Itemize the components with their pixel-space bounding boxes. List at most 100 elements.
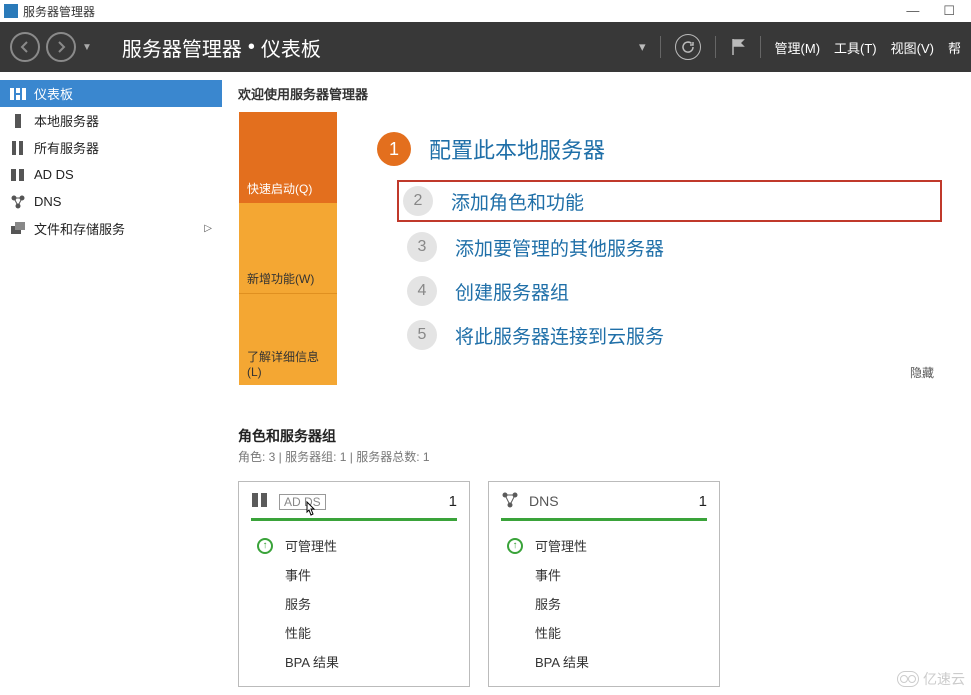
step-number: 4 [407,276,437,306]
step-label: 添加角色和功能 [451,188,584,215]
tools-menu[interactable]: 工具(T) [834,38,877,57]
card-header: DNS 1 [501,492,707,521]
sidebar-item-dns[interactable]: DNS [0,188,222,215]
sidebar-item-label: 所有服务器 [34,138,99,157]
step-add-roles[interactable]: 2 添加角色和功能 [397,180,942,222]
view-menu[interactable]: 视图(V) [891,38,934,57]
step-add-servers[interactable]: 3 添加要管理的其他服务器 [407,232,942,262]
row-services[interactable]: 服务 [501,589,707,618]
row-manageability[interactable]: ↑ 可管理性 [501,531,707,560]
welcome-panel: 快速启动(Q) 新增功能(W) 了解详细信息(L) 1 配置此本地服务器 2 添… [238,111,961,386]
roles-section: 角色和服务器组 角色: 3 | 服务器组: 1 | 服务器总数: 1 AD DS [238,426,961,687]
step-number: 5 [407,320,437,350]
row-label: 性能 [535,623,561,642]
nav-back-button[interactable] [10,32,40,62]
header-bar: ▼ 服务器管理器 • 仪表板 ▾ 管理(M) 工具(T) 视图(V) 帮 [0,22,971,72]
breadcrumb-root[interactable]: 服务器管理器 [122,33,242,62]
window-controls: — ☐ [906,3,967,19]
nav-forward-button[interactable] [46,32,76,62]
manage-menu[interactable]: 管理(M) [775,38,821,57]
status-up-icon: ↑ [507,538,523,554]
tooltip: AD DS [279,494,326,510]
row-label: BPA 结果 [285,652,339,671]
role-card-dns[interactable]: DNS 1 ↑ 可管理性 事件 服务 性能 BPA 结果 [488,481,720,687]
minimize-button[interactable]: — [906,3,919,19]
help-menu[interactable]: 帮 [948,38,961,57]
maximize-button[interactable]: ☐ [943,3,955,19]
dropdown-icon[interactable]: ▾ [639,39,646,55]
dns-icon [10,195,26,209]
servers-icon [10,141,26,155]
refresh-button[interactable] [675,34,701,60]
welcome-heading: 欢迎使用服务器管理器 [238,84,961,103]
row-label: 性能 [285,623,311,642]
sidebar-item-adds[interactable]: AD DS [0,161,222,188]
step-create-group[interactable]: 4 创建服务器组 [407,276,942,306]
sidebar-item-label: 仪表板 [34,84,73,103]
sidebar-item-local-server[interactable]: 本地服务器 [0,107,222,134]
watermark-icon [897,671,919,687]
step-configure-local[interactable]: 1 配置此本地服务器 [377,132,942,166]
roles-title: 角色和服务器组 [238,426,961,446]
step-number: 3 [407,232,437,262]
sidebar-item-storage[interactable]: 文件和存储服务 ▷ [0,215,222,242]
step-label: 创建服务器组 [455,278,569,305]
chevron-right-icon: ▷ [204,223,212,234]
row-events[interactable]: 事件 [501,560,707,589]
sidebar-item-all-servers[interactable]: 所有服务器 [0,134,222,161]
step-label: 将此服务器连接到云服务 [455,322,664,349]
storage-icon [10,222,26,236]
status-up-icon: ↑ [257,538,273,554]
row-services[interactable]: 服务 [251,589,457,618]
hide-link[interactable]: 隐藏 [377,364,942,381]
row-bpa[interactable]: BPA 结果 [251,647,457,676]
step-label: 添加要管理的其他服务器 [455,234,664,261]
welcome-tiles: 快速启动(Q) 新增功能(W) 了解详细信息(L) [239,112,337,385]
row-events[interactable]: 事件 [251,560,457,589]
breadcrumb-sep: • [248,36,255,59]
card-count: 1 [449,493,457,510]
tile-label: 了解详细信息(L) [247,348,329,379]
role-card-adds[interactable]: AD DS 1 ↑ 可管理性 事件 服务 [238,481,470,687]
step-connect-cloud[interactable]: 5 将此服务器连接到云服务 [407,320,942,350]
separator [760,36,761,58]
separator [715,36,716,58]
tile-label: 新增功能(W) [247,270,314,287]
card-count: 1 [699,493,707,510]
row-performance[interactable]: 性能 [251,618,457,647]
row-bpa[interactable]: BPA 结果 [501,647,707,676]
row-label: 可管理性 [535,536,587,555]
sidebar: 仪表板 本地服务器 所有服务器 AD DS DNS [0,72,222,695]
welcome-steps: 1 配置此本地服务器 2 添加角色和功能 3 添加要管理的其他服务器 4 创建服… [337,112,960,385]
step-number: 2 [403,186,433,216]
watermark-text: 亿速云 [923,669,965,689]
watermark: 亿速云 [897,669,965,689]
adds-icon [10,168,26,182]
row-manageability[interactable]: ↑ 可管理性 [251,531,457,560]
notifications-flag-icon[interactable] [730,38,746,56]
breadcrumb: 服务器管理器 • 仪表板 [122,33,321,62]
card-header: AD DS 1 [251,492,457,521]
breadcrumb-current[interactable]: 仪表板 [261,33,321,62]
header-right: ▾ 管理(M) 工具(T) 视图(V) 帮 [639,34,961,60]
server-icon [10,114,26,128]
tile-learnmore[interactable]: 了解详细信息(L) [239,293,337,385]
window-titlebar: 服务器管理器 — ☐ [0,0,971,22]
cursor-icon [302,501,318,519]
card-title: AD DS [279,493,439,510]
sidebar-item-label: AD DS [34,167,74,182]
row-label: BPA 结果 [535,652,589,671]
row-label: 事件 [535,565,561,584]
main-content: 欢迎使用服务器管理器 快速启动(Q) 新增功能(W) 了解详细信息(L) 1 配… [222,72,971,695]
card-title: DNS [529,493,689,509]
nav-arrows: ▼ [10,32,92,62]
row-label: 服务 [535,594,561,613]
row-performance[interactable]: 性能 [501,618,707,647]
nav-dropdown-icon[interactable]: ▼ [82,42,92,53]
separator [660,36,661,58]
step-number: 1 [377,132,411,166]
sidebar-item-label: DNS [34,194,61,209]
tile-whatsnew[interactable]: 新增功能(W) [239,203,337,294]
sidebar-item-dashboard[interactable]: 仪表板 [0,80,222,107]
tile-quickstart[interactable]: 快速启动(Q) [239,112,337,203]
